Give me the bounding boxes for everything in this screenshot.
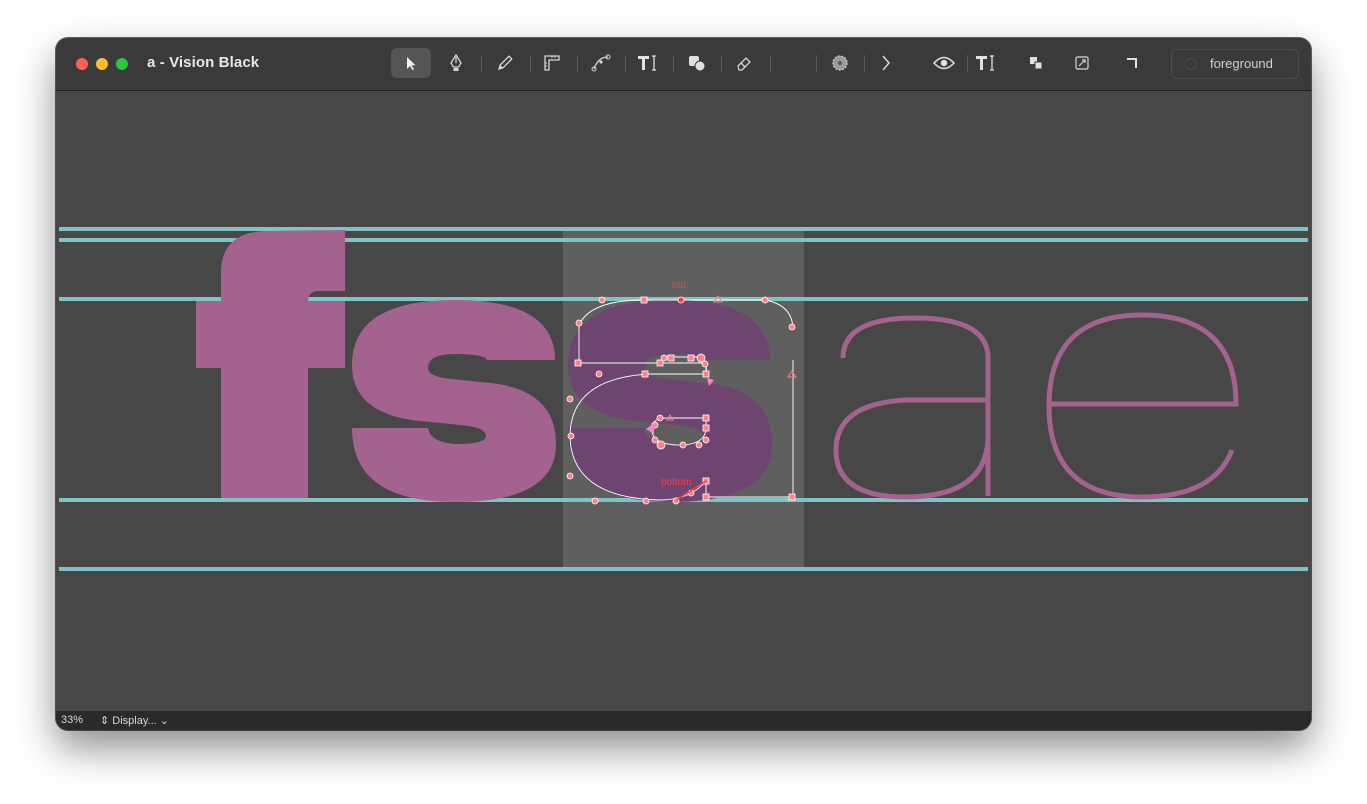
title-bar: a - Vision Black foreground — [56, 38, 1311, 91]
glyph-e[interactable] — [1046, 312, 1239, 500]
glyph-s[interactable] — [352, 300, 556, 502]
corner-icon — [1127, 58, 1137, 68]
text-cursor-icon — [976, 55, 994, 71]
ruler-corner-icon — [544, 55, 560, 71]
pencil-icon — [498, 55, 513, 70]
pen-tool[interactable] — [436, 48, 476, 78]
layers-toggle[interactable] — [1016, 48, 1056, 78]
corner-toggle[interactable] — [1112, 48, 1152, 78]
knife-path-icon — [591, 54, 611, 72]
sort-arrows-icon: ⇕ — [100, 715, 110, 727]
component-icon — [1075, 56, 1089, 70]
eraser-tool[interactable] — [724, 48, 764, 78]
ascender-line — [59, 227, 1308, 231]
close-window-button[interactable] — [76, 58, 88, 70]
shapes-icon — [689, 56, 706, 72]
color-tool[interactable] — [820, 48, 860, 78]
window-title: a - Vision Black — [147, 54, 260, 71]
zoom-window-button[interactable] — [116, 58, 128, 70]
app-window: a - Vision Black foreground top bottom 3… — [56, 38, 1311, 730]
display-mode-select[interactable]: ⇕ Display... ⌄ — [100, 714, 169, 727]
minimize-window-button[interactable] — [96, 58, 108, 70]
glyph-view[interactable]: top bottom — [56, 91, 1311, 711]
preview-toggle[interactable] — [924, 48, 964, 78]
pen-nib-icon — [450, 54, 462, 71]
status-bar: 33% ⇕ Display... ⌄ — [56, 711, 1311, 730]
layer-name: foreground — [1210, 56, 1273, 71]
chevron-right-icon — [882, 55, 890, 71]
edit-canvas[interactable]: top bottom — [56, 91, 1311, 711]
measure-tool[interactable] — [532, 48, 572, 78]
glyph-s-active[interactable] — [568, 300, 772, 502]
descender-line — [59, 567, 1308, 571]
shapes-tool[interactable] — [677, 48, 717, 78]
display-mode-label: Display... — [112, 715, 157, 727]
anchor-label-top[interactable]: top — [672, 280, 686, 291]
chevron-down-icon: ⌄ — [159, 715, 169, 727]
zoom-level[interactable]: 33% — [61, 714, 83, 726]
more-tools[interactable] — [866, 48, 906, 78]
knife-tool[interactable] — [581, 48, 621, 78]
select-tool[interactable] — [391, 48, 431, 78]
arrow-pointer-icon — [407, 57, 416, 70]
anchor-label-bottom[interactable]: bottom — [661, 477, 692, 488]
layer-selector[interactable]: foreground — [1171, 49, 1299, 79]
glyph-f[interactable] — [196, 230, 345, 498]
text-preview-toggle[interactable] — [966, 48, 1006, 78]
eye-icon — [933, 56, 955, 70]
component-toggle[interactable] — [1062, 48, 1102, 78]
text-tool[interactable] — [628, 48, 668, 78]
glyph-a[interactable] — [833, 315, 991, 500]
layer-color-icon — [1185, 58, 1197, 70]
eraser-icon — [737, 57, 751, 71]
text-cursor-icon — [638, 55, 656, 71]
pencil-tool[interactable] — [485, 48, 525, 78]
color-wheel-icon — [832, 55, 848, 71]
layers-icon — [1030, 57, 1043, 70]
